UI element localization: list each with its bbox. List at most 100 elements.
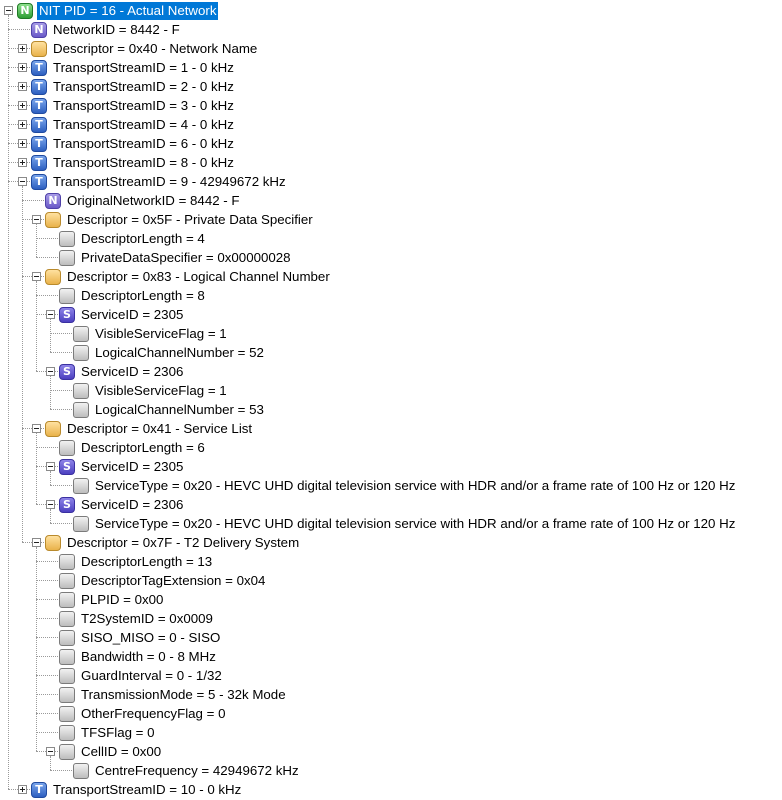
tree-node[interactable]: PrivateDataSpecifier = 0x00000028 <box>59 248 293 267</box>
tree-node[interactable]: DescriptorLength = 6 <box>59 438 207 457</box>
tree-node-label: CentreFrequency = 42949672 kHz <box>95 762 299 778</box>
tree-node[interactable]: PLPID = 0x00 <box>59 590 165 609</box>
expand-icon[interactable] <box>18 101 27 110</box>
tree-node[interactable]: Descriptor = 0x5F - Private Data Specifi… <box>45 210 315 229</box>
tree-node[interactable]: LogicalChannelNumber = 53 <box>73 400 266 419</box>
expand-icon[interactable] <box>18 785 27 794</box>
tree-node-label: NIT PID = 16 - Actual Network <box>37 1 219 20</box>
field-icon <box>59 249 75 266</box>
tree-node[interactable]: S ServiceID = 2305 <box>59 305 185 324</box>
descriptor-folder-icon <box>45 420 61 437</box>
tree-node[interactable]: T TransportStreamID = 1 - 0 kHz <box>31 58 236 77</box>
tree-node[interactable]: DescriptorTagExtension = 0x04 <box>59 571 267 590</box>
tree-node[interactable]: T TransportStreamID = 8 - 0 kHz <box>31 153 236 172</box>
tree-node[interactable]: ServiceType = 0x20 - HEVC UHD digital te… <box>73 514 737 533</box>
field-icon <box>59 667 75 684</box>
tree-node[interactable]: LogicalChannelNumber = 52 <box>73 343 266 362</box>
tree-node-label: ServiceID = 2306 <box>81 496 184 512</box>
tree-guide-line <box>50 756 51 770</box>
service-icon: S <box>59 496 75 513</box>
tree-connector <box>36 713 58 714</box>
tree-node[interactable]: S ServiceID = 2305 <box>59 457 185 476</box>
collapse-icon[interactable] <box>32 215 41 224</box>
tree-node[interactable]: Bandwidth = 0 - 8 MHz <box>59 647 218 666</box>
descriptor-folder-icon <box>31 40 47 57</box>
tree-node-label: DescriptorLength = 4 <box>81 230 205 246</box>
network-icon: N <box>31 21 47 38</box>
tree-node-label: DescriptorLength = 8 <box>81 287 205 303</box>
tree-node-label: ServiceID = 2306 <box>81 363 184 379</box>
tree-node-label: LogicalChannelNumber = 52 <box>95 344 264 360</box>
tree-node[interactable]: SISO_MISO = 0 - SISO <box>59 628 222 647</box>
collapse-icon[interactable] <box>46 310 55 319</box>
tree-node[interactable]: Descriptor = 0x41 - Service List <box>45 419 254 438</box>
collapse-icon[interactable] <box>4 6 13 15</box>
tree-node[interactable]: Descriptor = 0x83 - Logical Channel Numb… <box>45 267 332 286</box>
tree-node[interactable]: T TransportStreamID = 4 - 0 kHz <box>31 115 236 134</box>
field-icon <box>59 610 75 627</box>
collapse-icon[interactable] <box>46 462 55 471</box>
tree-node[interactable]: T TransportStreamID = 10 - 0 kHz <box>31 780 243 799</box>
tree-node-label: VisibleServiceFlag = 1 <box>95 382 227 398</box>
collapse-icon[interactable] <box>46 747 55 756</box>
tree-node[interactable]: GuardInterval = 0 - 1/32 <box>59 666 224 685</box>
tree-connector <box>36 675 58 676</box>
expand-icon[interactable] <box>18 44 27 53</box>
tree-node[interactable]: T TransportStreamID = 2 - 0 kHz <box>31 77 236 96</box>
expand-icon[interactable] <box>18 82 27 91</box>
tree-guide-line <box>36 433 37 504</box>
tree-node[interactable]: VisibleServiceFlag = 1 <box>73 381 229 400</box>
tree-node-label: VisibleServiceFlag = 1 <box>95 325 227 341</box>
tree-node[interactable]: T TransportStreamID = 9 - 42949672 kHz <box>31 172 288 191</box>
tree-node[interactable]: VisibleServiceFlag = 1 <box>73 324 229 343</box>
tree-node[interactable]: CellID = 0x00 <box>59 742 163 761</box>
tree-node[interactable]: OtherFrequencyFlag = 0 <box>59 704 228 723</box>
tree-node[interactable]: Descriptor = 0x40 - Network Name <box>31 39 259 58</box>
tree-node-label: TransportStreamID = 9 - 42949672 kHz <box>53 173 286 189</box>
tree-connector <box>36 257 58 258</box>
collapse-icon[interactable] <box>18 177 27 186</box>
tree-node-label: DescriptorLength = 6 <box>81 439 205 455</box>
expand-icon[interactable] <box>18 120 27 129</box>
tree-node-label: ServiceType = 0x20 - HEVC UHD digital te… <box>95 477 736 493</box>
tree-node-label: CellID = 0x00 <box>81 743 162 759</box>
tree-guide-line <box>22 186 23 542</box>
tree-node[interactable]: ServiceType = 0x20 - HEVC UHD digital te… <box>73 476 737 495</box>
service-icon: S <box>59 306 75 323</box>
tree-node[interactable]: DescriptorLength = 13 <box>59 552 214 571</box>
tree-node-label: DescriptorLength = 13 <box>81 553 213 569</box>
field-icon <box>59 686 75 703</box>
collapse-icon[interactable] <box>32 538 41 547</box>
tree-node[interactable]: TransmissionMode = 5 - 32k Mode <box>59 685 288 704</box>
tree-node[interactable]: N OriginalNetworkID = 8442 - F <box>45 191 242 210</box>
tree-node-label: TFSFlag = 0 <box>81 724 155 740</box>
collapse-icon[interactable] <box>46 367 55 376</box>
tree-node[interactable]: N NIT PID = 16 - Actual Network <box>17 1 219 20</box>
tree-node[interactable]: Descriptor = 0x7F - T2 Delivery System <box>45 533 301 552</box>
field-icon <box>59 230 75 247</box>
tree-connector <box>8 29 30 30</box>
expand-icon[interactable] <box>18 63 27 72</box>
nit-tree-view[interactable]: N NIT PID = 16 - Actual Network N NetworkID… <box>0 0 782 800</box>
tree-node[interactable]: TFSFlag = 0 <box>59 723 157 742</box>
tree-node[interactable]: CentreFrequency = 42949672 kHz <box>73 761 301 780</box>
tree-node[interactable]: S ServiceID = 2306 <box>59 362 185 381</box>
expand-icon[interactable] <box>18 139 27 148</box>
collapse-icon[interactable] <box>46 500 55 509</box>
tree-connector <box>22 200 44 201</box>
tree-node[interactable]: DescriptorLength = 8 <box>59 286 207 305</box>
tree-node[interactable]: DescriptorLength = 4 <box>59 229 207 248</box>
tree-node-label: TransportStreamID = 8 - 0 kHz <box>53 154 234 170</box>
collapse-icon[interactable] <box>32 424 41 433</box>
tree-node[interactable]: T TransportStreamID = 6 - 0 kHz <box>31 134 236 153</box>
transport-stream-icon: T <box>31 59 47 76</box>
tree-node[interactable]: N NetworkID = 8442 - F <box>31 20 182 39</box>
tree-node[interactable]: S ServiceID = 2306 <box>59 495 185 514</box>
tree-node-label: TransportStreamID = 1 - 0 kHz <box>53 59 234 75</box>
tree-node[interactable]: T TransportStreamID = 3 - 0 kHz <box>31 96 236 115</box>
collapse-icon[interactable] <box>32 272 41 281</box>
expand-icon[interactable] <box>18 158 27 167</box>
tree-node[interactable]: T2SystemID = 0x0009 <box>59 609 215 628</box>
field-icon <box>73 344 89 361</box>
tree-connector <box>36 656 58 657</box>
